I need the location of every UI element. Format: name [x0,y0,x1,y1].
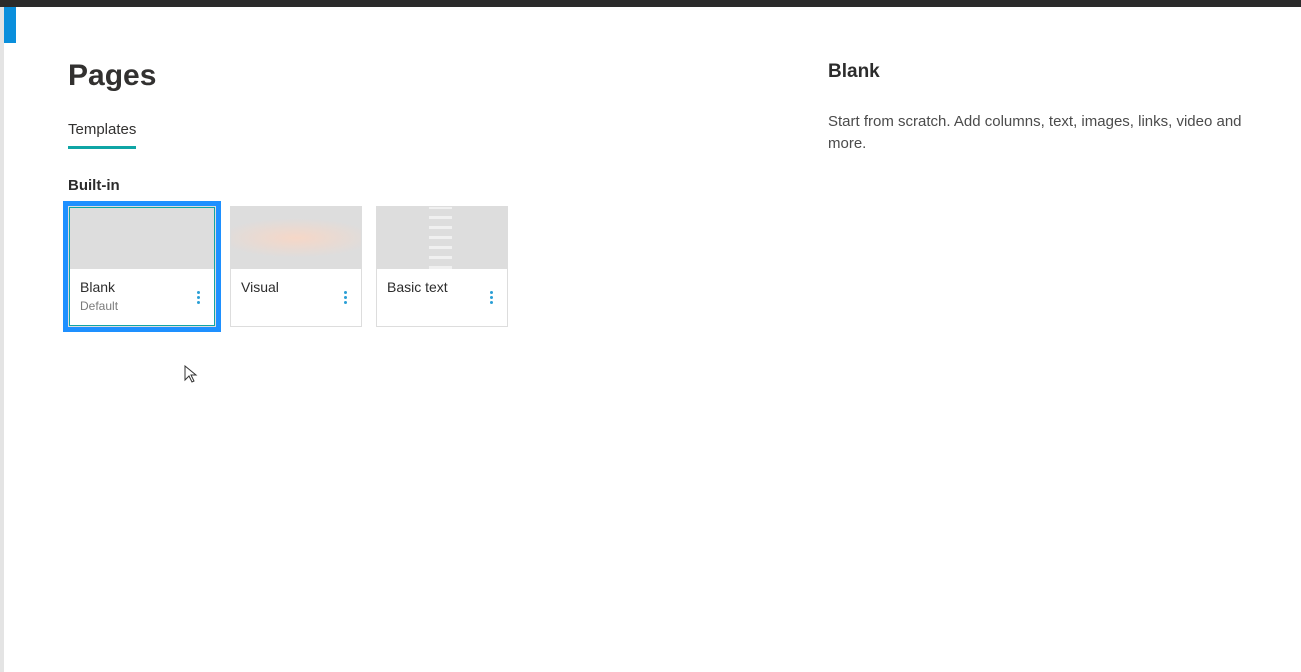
template-thumbnail [69,207,215,269]
template-thumbnail [231,207,361,269]
template-thumbnail [377,207,507,269]
template-card-basic-text[interactable]: Basic text [376,206,508,327]
details-title: Blank [828,61,1279,83]
template-title: Blank [80,279,204,295]
details-panel: Blank Start from scratch. Add columns, t… [828,31,1279,155]
template-card-body: Basic text [377,269,507,307]
tab-templates[interactable]: Templates [68,113,136,149]
page-title: Pages [68,59,828,93]
page-body: Pages Templates Built-in Blank Default [16,7,1301,672]
main-column: Pages Templates Built-in Blank Default [68,31,828,327]
more-options-icon[interactable] [335,283,355,311]
template-card-body: Blank Default [69,269,215,326]
template-card-visual[interactable]: Visual [230,206,362,327]
more-options-icon[interactable] [188,283,208,311]
content: Pages Templates Built-in Blank Default [16,7,1301,327]
details-description: Start from scratch. Add columns, text, i… [828,111,1279,155]
section-label-builtin: Built-in [68,177,828,194]
tabs: Templates [68,113,828,149]
template-card-blank[interactable]: Blank Default [68,206,216,327]
template-card-body: Visual [231,269,361,307]
more-options-icon[interactable] [481,283,501,311]
template-subtitle: Default [80,299,204,313]
window-topbar [0,0,1301,7]
cursor-icon [184,365,198,383]
left-rail [0,7,4,672]
template-cards: Blank Default Visual [68,206,828,327]
